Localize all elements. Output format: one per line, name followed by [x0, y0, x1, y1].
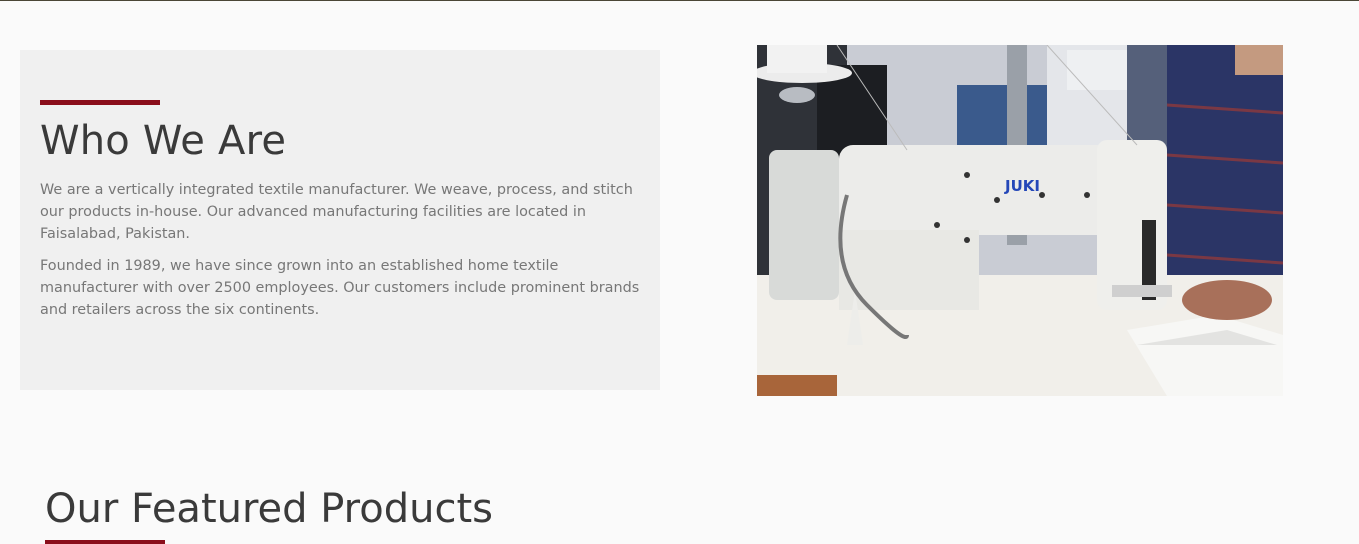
featured-products-title: Our Featured Products — [45, 486, 493, 532]
top-divider — [0, 0, 1359, 1]
about-paragraph-1: We are a vertically integrated textile m… — [40, 182, 633, 242]
juki-logo: JUKI — [1004, 177, 1040, 195]
who-we-are-title: Who We Are — [40, 118, 287, 164]
sewing-machine-photo: JUKI — [757, 45, 1283, 396]
featured-accent-bar — [45, 540, 165, 544]
about-paragraph-2: Founded in 1989, we have since grown int… — [40, 258, 640, 318]
who-we-are-section: Who We Are We are a vertically integrate… — [20, 50, 660, 390]
title-accent-bar — [40, 100, 160, 105]
